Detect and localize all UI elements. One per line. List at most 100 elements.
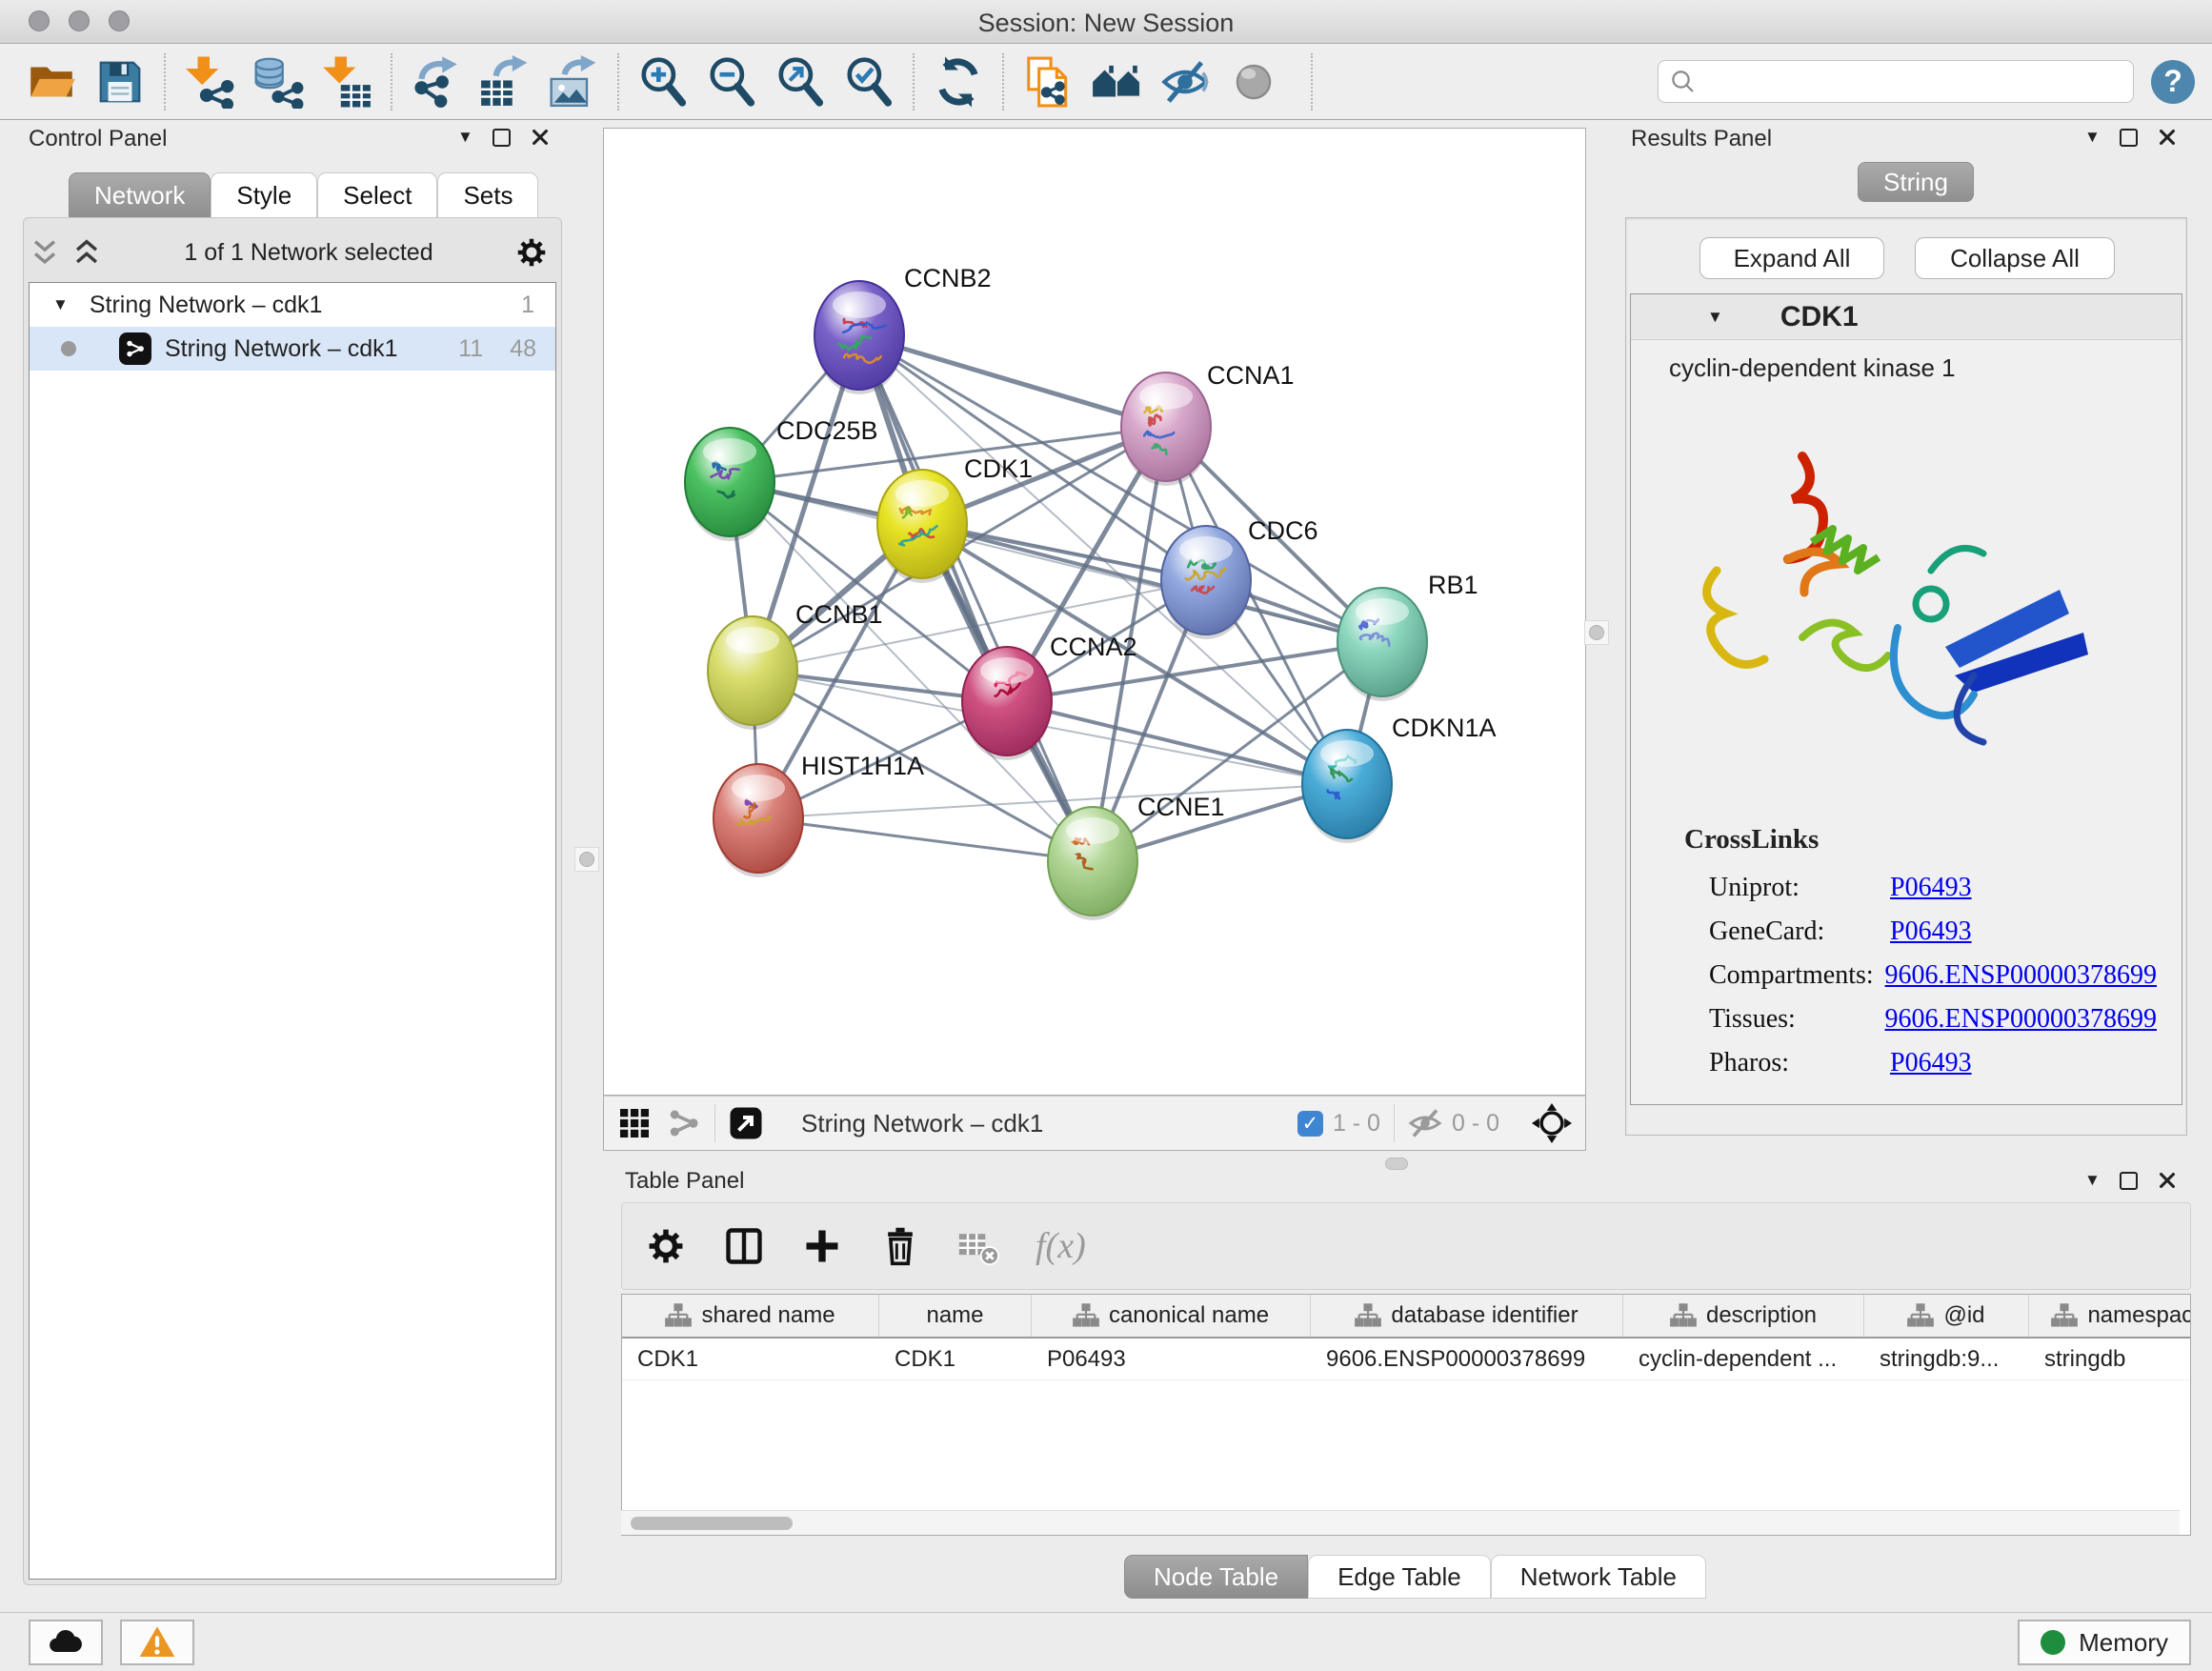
crosslink-link[interactable]: 9606.ENSP00000378699	[1885, 1004, 2157, 1035]
share-view-icon[interactable]	[667, 1106, 701, 1140]
network-node-CDKN1A[interactable]	[1302, 730, 1392, 843]
tab-sets[interactable]: Sets	[437, 172, 538, 217]
crosslink-link[interactable]: 9606.ENSP00000378699	[1885, 960, 2157, 991]
import-table-from-file-button[interactable]	[312, 51, 381, 112]
cell-name[interactable]: CDK1	[879, 1339, 1032, 1379]
column-header-canonical-name[interactable]: canonical name	[1032, 1295, 1311, 1337]
edge-CCNA2-CDKN1A[interactable]	[1007, 701, 1347, 784]
new-network-from-selection-button[interactable]	[1014, 51, 1082, 112]
network-canvas[interactable]: CCNB2CCNA1CDC25BCDK1CDC6RB1CCNB1CCNA2CDK…	[603, 128, 1586, 1096]
horizontal-divider-handle[interactable]	[1385, 1158, 1408, 1170]
import-network-from-file-button[interactable]	[175, 51, 244, 112]
scrollbar-thumb[interactable]	[631, 1517, 793, 1530]
network-node-CCNA1[interactable]	[1121, 372, 1211, 486]
show-columns-icon[interactable]	[723, 1225, 765, 1267]
left-divider-handle[interactable]	[574, 847, 599, 872]
cell-shared-name[interactable]: CDK1	[622, 1339, 879, 1379]
panel-menu-icon[interactable]: ▼	[457, 128, 473, 147]
network-graph[interactable]: CCNB2CCNA1CDC25BCDK1CDC6RB1CCNB1CCNA2CDK…	[604, 129, 1585, 1095]
zoom-fit-content-button[interactable]	[766, 51, 835, 112]
network-options-gear-icon[interactable]	[514, 235, 549, 270]
cloud-button[interactable]	[29, 1620, 103, 1665]
tab-edge-table[interactable]: Edge Table	[1308, 1555, 1491, 1599]
network-row-selected[interactable]: String Network – cdk1 11 48	[30, 327, 555, 371]
network-node-HIST1H1A[interactable]	[714, 764, 803, 877]
cell-canonical-name[interactable]: P06493	[1032, 1339, 1311, 1379]
open-session-button[interactable]	[17, 51, 86, 112]
table-settings-gear-icon[interactable]	[645, 1225, 687, 1267]
delete-column-icon[interactable]	[879, 1225, 921, 1267]
network-node-CCNB1[interactable]	[708, 616, 797, 730]
tab-select[interactable]: Select	[317, 172, 437, 217]
network-node-CDC6[interactable]	[1161, 526, 1251, 639]
expand-all-networks-icon[interactable]	[70, 236, 103, 269]
network-collection-row[interactable]: ▼ String Network – cdk1 1	[30, 283, 555, 327]
column-header-shared-name[interactable]: shared name	[622, 1295, 879, 1337]
panel-close-icon[interactable]	[2157, 1170, 2178, 1191]
hidden-eye-slash-icon[interactable]	[1408, 1106, 1442, 1140]
expand-all-button[interactable]: Expand All	[1699, 237, 1884, 279]
crosslink-link[interactable]: P06493	[1890, 873, 1972, 903]
show-all-button[interactable]	[1219, 51, 1288, 112]
grid-view-icon[interactable]	[617, 1106, 652, 1140]
save-session-button[interactable]	[86, 51, 154, 112]
panel-float-icon[interactable]	[2120, 129, 2138, 147]
zoom-selected-button[interactable]	[835, 51, 903, 112]
search-input[interactable]	[1658, 60, 2134, 103]
memory-button[interactable]: Memory	[2018, 1620, 2191, 1665]
panel-menu-icon[interactable]: ▼	[2084, 1171, 2101, 1190]
tab-node-table[interactable]: Node Table	[1124, 1555, 1308, 1599]
tab-string[interactable]: String	[1858, 162, 1974, 202]
network-node-CCNA2[interactable]	[962, 647, 1052, 760]
column-header-description[interactable]: description	[1623, 1295, 1864, 1337]
warnings-button[interactable]	[120, 1620, 194, 1665]
panel-close-icon[interactable]	[530, 127, 551, 148]
network-node-RB1[interactable]	[1337, 588, 1427, 701]
cell-description[interactable]: cyclin-dependent ...	[1623, 1339, 1864, 1379]
crosslink-link[interactable]: P06493	[1890, 1048, 1972, 1078]
birds-eye-crosshair-icon[interactable]	[1532, 1103, 1572, 1143]
cell-namespace[interactable]: stringdb	[2029, 1339, 2191, 1379]
column-header-namespace[interactable]: namespace	[2029, 1295, 2191, 1337]
tab-network-table[interactable]: Network Table	[1491, 1555, 1706, 1599]
column-header-database-identifier[interactable]: database identifier	[1311, 1295, 1623, 1337]
panel-close-icon[interactable]	[2157, 127, 2178, 148]
network-node-CCNB2[interactable]	[814, 281, 904, 394]
edge-CCNB2-CCNA1[interactable]	[859, 335, 1166, 427]
crosslink-link[interactable]: P06493	[1890, 916, 1972, 947]
detach-view-icon[interactable]	[729, 1106, 763, 1140]
zoom-out-button[interactable]	[697, 51, 766, 112]
help-button[interactable]: ?	[2151, 60, 2195, 104]
edge-CCNB2-CCNE1[interactable]	[859, 335, 1093, 861]
export-table-button[interactable]	[471, 51, 539, 112]
panel-float-icon[interactable]	[493, 129, 511, 147]
export-image-button[interactable]	[539, 51, 608, 112]
network-node-CDC25B[interactable]	[685, 428, 774, 541]
table-horizontal-scrollbar[interactable]	[621, 1510, 2180, 1535]
cell-database-identifier[interactable]: 9606.ENSP00000378699	[1311, 1339, 1623, 1379]
panel-float-icon[interactable]	[2120, 1172, 2138, 1190]
tab-network[interactable]: Network	[69, 172, 211, 217]
collapse-all-networks-icon[interactable]	[29, 236, 61, 269]
network-node-CDK1[interactable]	[877, 470, 967, 583]
column-header-name[interactable]: name	[879, 1295, 1032, 1337]
edge-HIST1H1A-CCNE1[interactable]	[758, 818, 1093, 861]
entry-expander-icon[interactable]: ▼	[1707, 308, 1723, 327]
panel-menu-icon[interactable]: ▼	[2084, 128, 2101, 147]
add-column-icon[interactable]	[801, 1225, 843, 1267]
cell-@id[interactable]: stringdb:9...	[1864, 1339, 2029, 1379]
tab-style[interactable]: Style	[211, 172, 317, 217]
network-node-CCNE1[interactable]	[1048, 807, 1137, 920]
zoom-in-button[interactable]	[629, 51, 697, 112]
first-neighbors-button[interactable]	[1082, 51, 1151, 112]
collection-expander-icon[interactable]: ▼	[52, 295, 69, 314]
selected-checkbox-icon[interactable]: ✓	[1297, 1111, 1323, 1137]
hide-selection-button[interactable]	[1151, 51, 1219, 112]
node-entry-header[interactable]: ▼ CDK1	[1631, 294, 2182, 340]
column-header-@id[interactable]: @id	[1864, 1295, 2029, 1337]
collapse-all-button[interactable]: Collapse All	[1915, 237, 2115, 279]
import-network-from-database-button[interactable]	[244, 51, 312, 112]
right-divider-handle[interactable]	[1584, 620, 1609, 645]
export-network-button[interactable]	[402, 51, 471, 112]
apply-preferred-layout-button[interactable]	[924, 51, 993, 112]
